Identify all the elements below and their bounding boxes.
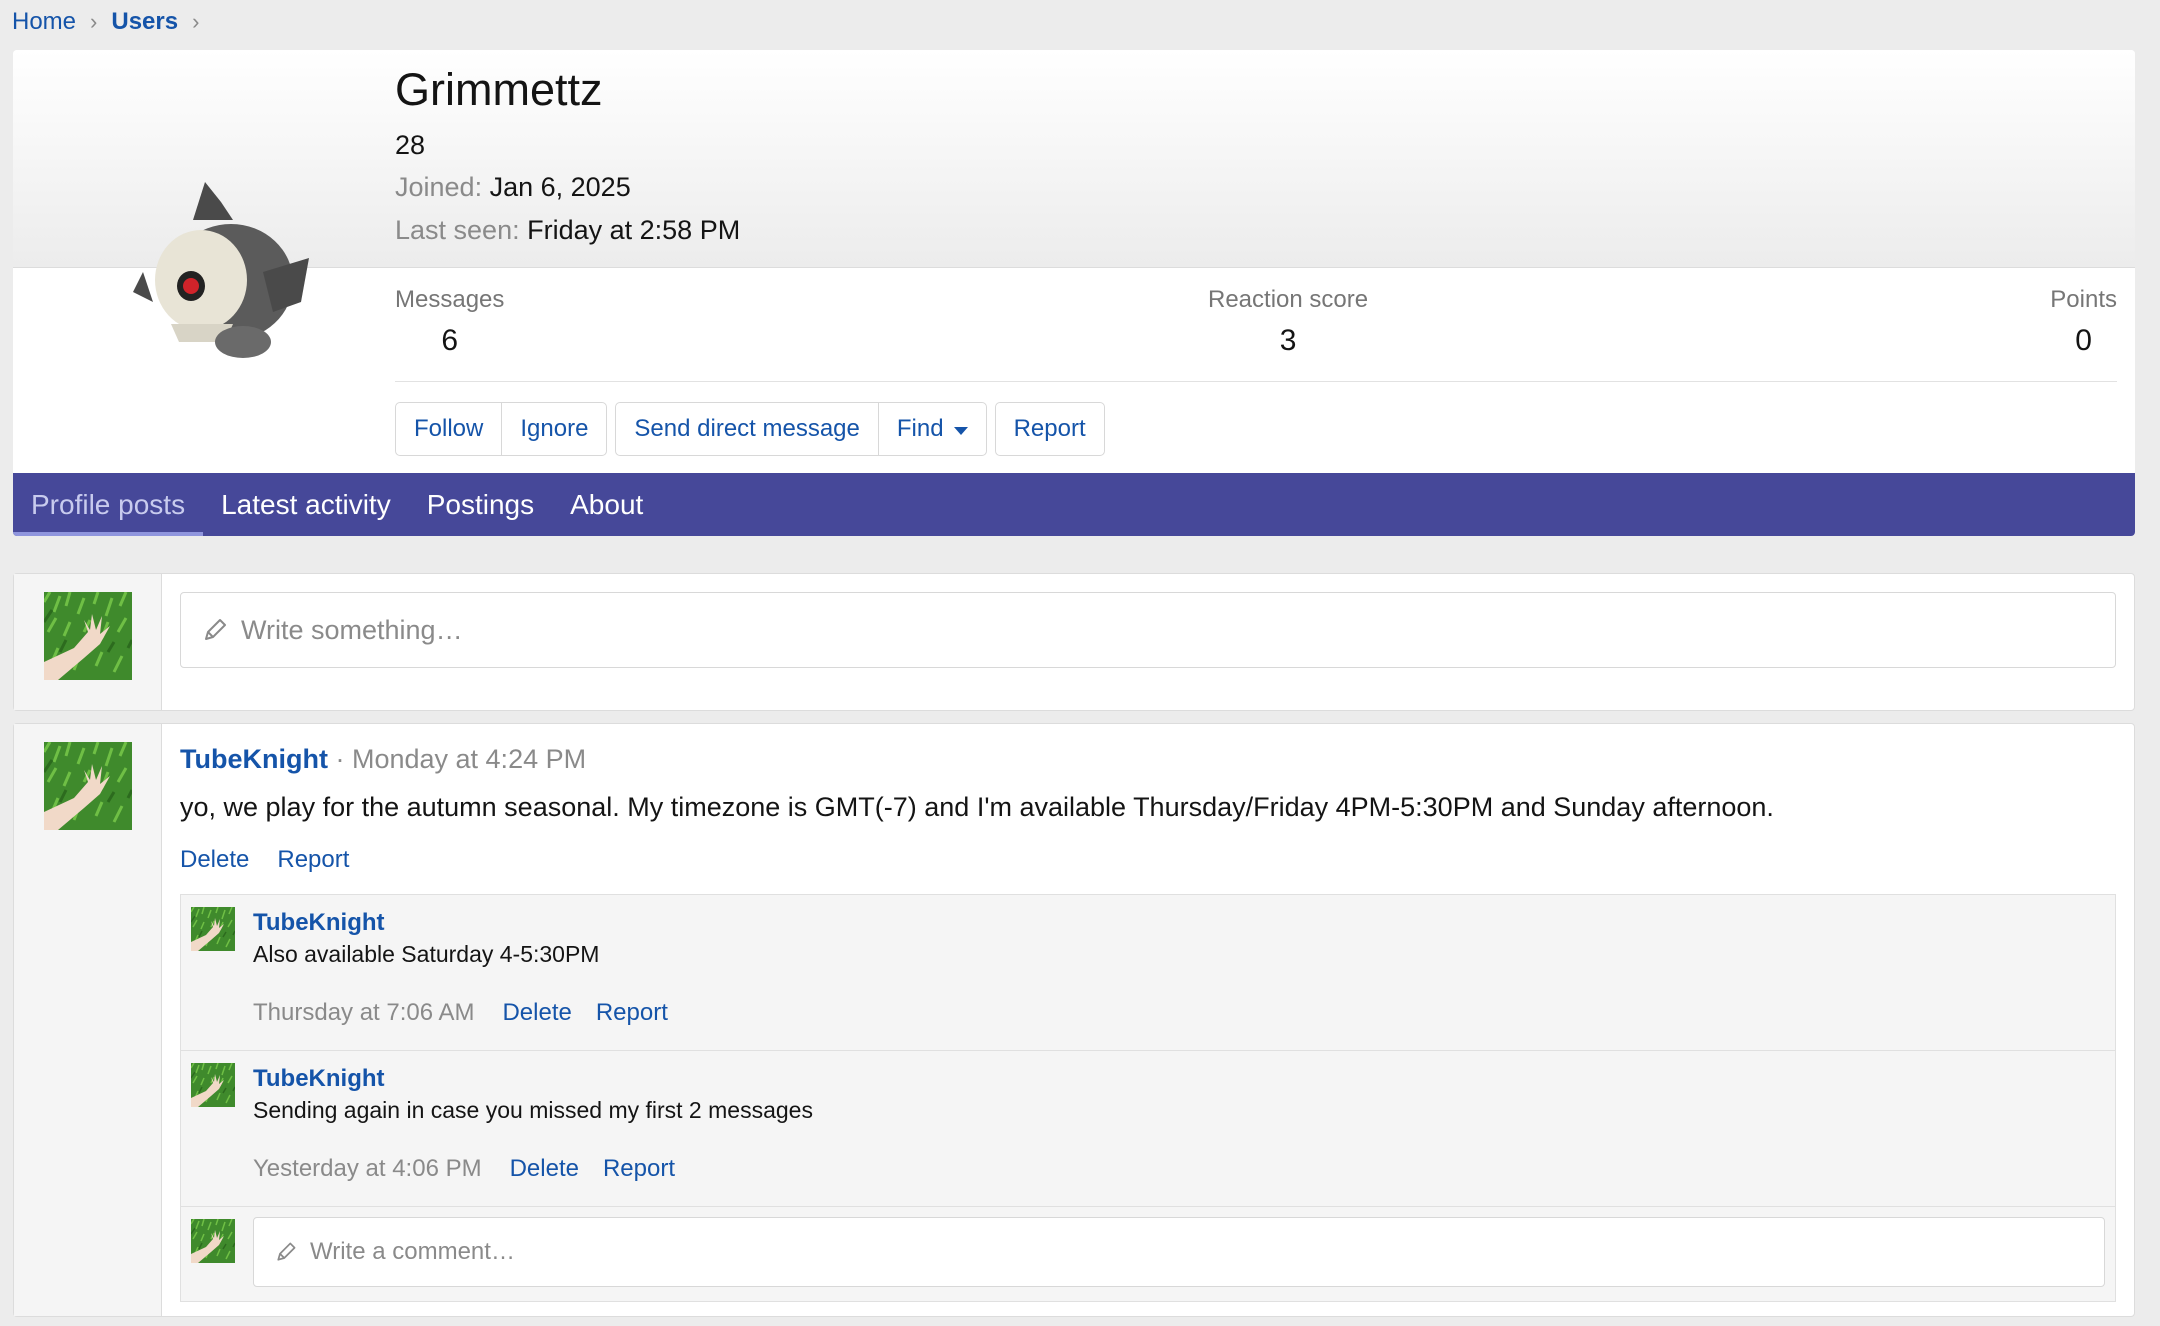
breadcrumb-users[interactable]: Users bbox=[111, 8, 178, 36]
comment-item: TubeKnight Also available Saturday 4-5:3… bbox=[181, 895, 2115, 1051]
comment-author-avatar[interactable] bbox=[191, 1063, 235, 1107]
current-user-avatar[interactable] bbox=[44, 592, 132, 680]
comment-author-link[interactable]: TubeKnight bbox=[253, 909, 385, 937]
ignore-button[interactable]: Ignore bbox=[501, 403, 607, 455]
profile-banner bbox=[13, 50, 2135, 268]
profile-last-seen: Last seen: Friday at 2:58 PM bbox=[395, 215, 740, 246]
last-seen-value: Friday at 2:58 PM bbox=[527, 215, 741, 245]
breadcrumb-home[interactable]: Home bbox=[12, 8, 76, 36]
find-menu-button[interactable]: Find bbox=[877, 403, 986, 455]
comment-footer: Thursday at 7:06 AM Delete Report bbox=[253, 999, 692, 1027]
tab-profile-posts[interactable]: Profile posts bbox=[13, 473, 204, 536]
stat-label: Reaction score bbox=[1208, 286, 1369, 313]
chevron-right-icon: › bbox=[192, 9, 200, 34]
profile-title-line: 28 bbox=[395, 130, 426, 160]
caret-down-icon bbox=[953, 426, 968, 435]
composer-avatar-column bbox=[14, 574, 162, 710]
post-timestamp[interactable]: Monday at 4:24 PM bbox=[352, 744, 586, 774]
tab-about[interactable]: About bbox=[552, 473, 661, 536]
send-direct-message-button[interactable]: Send direct message bbox=[616, 403, 878, 455]
tab-latest-activity[interactable]: Latest activity bbox=[203, 473, 409, 536]
write-something-placeholder: Write something… bbox=[241, 614, 463, 645]
profile-post: TubeKnight · Monday at 4:24 PM yo, we pl… bbox=[13, 723, 2135, 1317]
comment-delete-link[interactable]: Delete bbox=[502, 999, 571, 1027]
report-profile-button[interactable]: Report bbox=[995, 403, 1104, 455]
message-find-group: Send direct message Find bbox=[615, 402, 987, 456]
stat-label: Points bbox=[2050, 286, 2117, 313]
joined-label: Joined: bbox=[395, 172, 483, 202]
comment-report-link[interactable]: Report bbox=[603, 1155, 675, 1183]
current-user-avatar[interactable] bbox=[191, 1219, 235, 1263]
user-avatar[interactable] bbox=[113, 162, 313, 382]
profile-post-composer: Write something… bbox=[13, 573, 2135, 711]
post-separator: · bbox=[327, 744, 352, 774]
pencil-icon bbox=[277, 1242, 296, 1261]
stat-value: 6 bbox=[441, 324, 459, 357]
post-report-link[interactable]: Report bbox=[277, 846, 349, 874]
profile-actions: Follow Ignore Send direct message Find R… bbox=[395, 402, 1113, 456]
comment-delete-link[interactable]: Delete bbox=[510, 1155, 579, 1183]
post-delete-link[interactable]: Delete bbox=[180, 846, 249, 874]
chevron-right-icon: › bbox=[90, 9, 98, 34]
post-actions: Delete Report bbox=[180, 846, 377, 874]
stat-value: 0 bbox=[2075, 324, 2092, 357]
stat-value: 3 bbox=[1279, 324, 1297, 357]
stat-points[interactable]: Points 0 bbox=[2050, 286, 2117, 358]
write-comment-input[interactable]: Write a comment… bbox=[253, 1217, 2105, 1287]
post-author-link[interactable]: TubeKnight bbox=[180, 744, 328, 774]
stat-messages[interactable]: Messages 6 bbox=[395, 286, 504, 358]
post-avatar-column bbox=[14, 724, 162, 1316]
pencil-icon bbox=[205, 619, 226, 640]
find-label: Find bbox=[896, 415, 944, 442]
comment-composer: Write a comment… bbox=[181, 1207, 2115, 1303]
comment-author-link[interactable]: TubeKnight bbox=[253, 1065, 385, 1093]
follow-button[interactable]: Follow bbox=[396, 403, 502, 455]
profile-header: Grimmettz 28 Joined: Jan 6, 2025 Last se… bbox=[13, 50, 2135, 536]
profile-joined: Joined: Jan 6, 2025 bbox=[395, 172, 631, 203]
write-comment-placeholder: Write a comment… bbox=[310, 1238, 515, 1265]
stat-reaction-score[interactable]: Reaction score 3 bbox=[1208, 286, 1368, 358]
comment-report-link[interactable]: Report bbox=[596, 999, 668, 1027]
post-author-avatar[interactable] bbox=[44, 742, 132, 830]
comments-list: TubeKnight Also available Saturday 4-5:3… bbox=[180, 894, 2116, 1302]
last-seen-label: Last seen: bbox=[395, 215, 520, 245]
comment-author-avatar[interactable] bbox=[191, 907, 235, 951]
post-body: yo, we play for the autumn seasonal. My … bbox=[180, 792, 1774, 822]
comment-text: Also available Saturday 4-5:30PM bbox=[253, 941, 600, 967]
comment-timestamp[interactable]: Yesterday at 4:06 PM bbox=[253, 1155, 482, 1183]
stat-label: Messages bbox=[395, 286, 505, 313]
comment-text: Sending again in case you missed my firs… bbox=[253, 1097, 813, 1123]
comment-timestamp[interactable]: Thursday at 7:06 AM bbox=[253, 999, 474, 1027]
breadcrumb: Home › Users › bbox=[12, 6, 213, 38]
profile-username: Grimmettz bbox=[395, 64, 603, 115]
post-header: TubeKnight · Monday at 4:24 PM bbox=[180, 744, 586, 775]
profile-tabs: Profile posts Latest activity Postings A… bbox=[13, 473, 2135, 536]
joined-value: Jan 6, 2025 bbox=[489, 172, 631, 202]
comment-footer: Yesterday at 4:06 PM Delete Report bbox=[253, 1155, 699, 1183]
tab-postings[interactable]: Postings bbox=[409, 473, 552, 536]
profile-stats: Messages 6 Reaction score 3 Points 0 bbox=[395, 286, 2117, 382]
write-something-input[interactable]: Write something… bbox=[180, 592, 2116, 668]
follow-ignore-group: Follow Ignore bbox=[395, 402, 608, 456]
report-group: Report bbox=[994, 402, 1105, 456]
comment-item: TubeKnight Sending again in case you mis… bbox=[181, 1051, 2115, 1207]
